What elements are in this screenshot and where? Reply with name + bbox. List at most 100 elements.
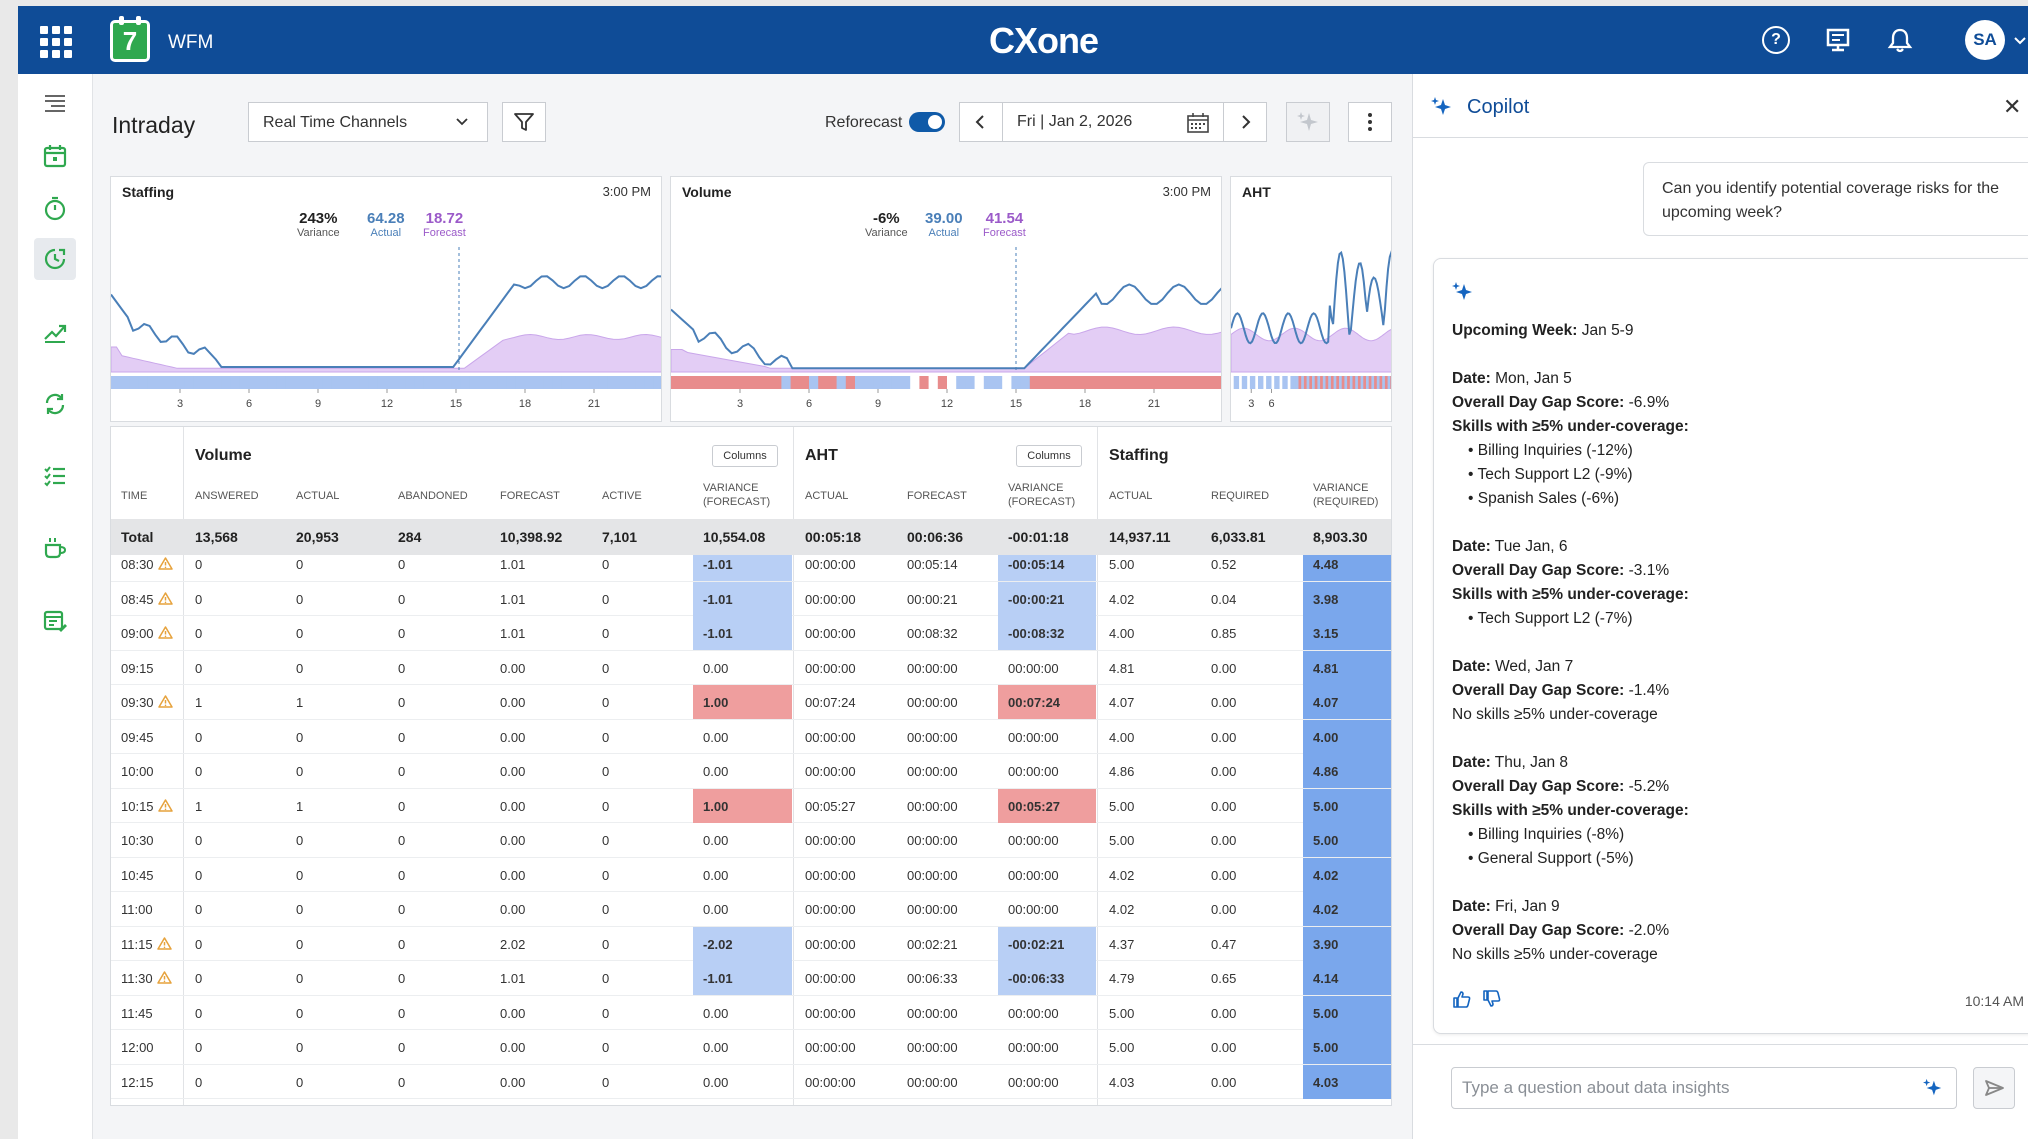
sparkle-icon[interactable] (1923, 1078, 1943, 1098)
table-row[interactable]: 08:30 0 0 0 1.01 0 00:00:00 00:05:14 5.00 0.52 -1.… (111, 555, 1391, 582)
nav-calendar-edit-icon[interactable] (34, 599, 76, 641)
column-header-abandoned[interactable]: ABANDONED (398, 489, 468, 503)
nav-forecast-icon[interactable] (34, 311, 76, 353)
nav-intraday-icon[interactable] (34, 238, 76, 280)
help-icon[interactable]: ? (1762, 26, 1790, 54)
staff-actual-cell: 4.07 (1109, 695, 1135, 710)
table-row[interactable]: 11:15 0 0 0 2.02 0 00:00:00 00:02:21 4.37 0.47 -2.… (111, 926, 1391, 961)
apps-grid-icon[interactable] (40, 26, 72, 58)
channel-select[interactable]: Real Time Channels (248, 102, 488, 142)
filter-icon (514, 113, 534, 131)
table-row[interactable]: 09:00 0 0 0 1.01 0 00:00:00 00:08:32 4.00 0.85 -1.… (111, 616, 1391, 651)
status-bar-segment (525, 376, 535, 389)
message-timestamp: 10:14 AM (1964, 993, 2024, 1009)
table-row[interactable]: 08:45 0 0 0 1.01 0 00:00:00 00:00:21 4.02 0.04 -1.… (111, 581, 1391, 616)
aht-columns-button[interactable]: Columns (1016, 445, 1082, 467)
table-row[interactable]: 10:45 0 0 0 0.00 0 00:00:00 00:00:00 4.02 0.00 0.0… (111, 857, 1391, 892)
actual-cell: 0 (296, 591, 304, 607)
answered-cell: 0 (195, 660, 203, 676)
table-row[interactable]: 10:15 1 1 0 0.00 0 00:05:27 00:00:00 5.00 0.00 1.0… (111, 788, 1391, 823)
column-header-active[interactable]: ACTIVE (602, 489, 642, 503)
table-row[interactable]: 10:00 0 0 0 0.00 0 00:00:00 00:00:00 4.86 0.00 0.0… (111, 754, 1391, 789)
column-header-staff-actual[interactable]: ACTUAL (1109, 489, 1152, 503)
aht-actual-cell: 00:00:00 (805, 936, 856, 952)
variance-forecast-cell: 0.00 (703, 902, 729, 917)
avatar[interactable]: SA (1965, 20, 2005, 60)
column-header-actual[interactable]: ACTUAL (296, 489, 339, 503)
monitor-icon[interactable] (1824, 26, 1852, 54)
table-row[interactable]: 09:30 1 1 0 0.00 0 00:07:24 00:00:00 4.07 0.00 1.0… (111, 685, 1391, 720)
more-options-button[interactable] (1348, 102, 1392, 142)
status-bar-segment (589, 376, 600, 389)
warning-icon[interactable] (157, 591, 173, 605)
status-bar-segment (919, 376, 930, 389)
warning-icon[interactable] (157, 798, 173, 812)
reforecast-toggle[interactable] (909, 112, 945, 132)
column-header-aht-forecast[interactable]: FORECAST (907, 489, 967, 503)
time-value: 11:15 (121, 936, 153, 952)
skill-item: • Tech Support L2 (-9%) (1468, 466, 1633, 483)
thumbs-up-icon[interactable] (1452, 989, 1472, 1009)
active-cell: 0 (602, 902, 610, 917)
forecast-stat: 41.54 Forecast (983, 210, 1026, 239)
abandoned-cell: 0 (398, 557, 406, 572)
thumbs-down-icon[interactable] (1482, 989, 1502, 1009)
abandoned-cell: 0 (398, 833, 406, 848)
status-bar-segment (671, 376, 681, 389)
close-icon[interactable]: ✕ (2003, 94, 2021, 120)
table-row[interactable]: 11:45 0 0 0 0.00 0 00:00:00 00:00:00 5.00 0.00 0.0… (111, 995, 1391, 1030)
volume-columns-button[interactable]: Columns (712, 445, 778, 467)
table-row[interactable]: 09:45 0 0 0 0.00 0 00:00:00 00:00:00 4.00 0.00 0.0… (111, 719, 1391, 754)
actual-cell: 0 (296, 660, 304, 676)
warning-icon[interactable] (157, 557, 173, 570)
warning-icon[interactable] (157, 626, 173, 639)
column-header-variance-required[interactable]: VARIANCE (REQUIRED) (1313, 481, 1378, 509)
nav-checklist-icon[interactable] (34, 455, 76, 497)
warning-icon[interactable] (157, 695, 173, 708)
warning-icon[interactable] (156, 936, 172, 950)
question-input[interactable] (1451, 1067, 1957, 1109)
nav-refresh-icon[interactable] (34, 383, 76, 425)
column-header-variance-forecast[interactable]: VARIANCE (FORECAST) (703, 481, 770, 509)
table-row[interactable]: 09:15 0 0 0 0.00 0 00:00:00 00:00:00 4.81 0.00 0.0… (111, 650, 1391, 685)
table-row[interactable]: 11:30 0 0 0 1.01 0 00:00:00 00:06:33 4.79 0.65 -1.… (111, 961, 1391, 996)
warning-icon[interactable] (156, 971, 172, 984)
ai-insights-button[interactable] (1286, 102, 1330, 142)
table-row[interactable]: 12:00 0 0 0 0.00 0 00:00:00 00:00:00 5.00 0.00 0.0… (111, 1030, 1391, 1065)
collapse-menu-icon[interactable] (34, 82, 76, 124)
nav-schedule-icon[interactable] (34, 135, 76, 177)
skills-label: Skills with ≥5% under-coverage: (1452, 586, 1689, 603)
staffing-chart[interactable]: 3 6 9 12 15 18 21 Staffing 3:00 PM 243% Varian… (110, 176, 662, 422)
aht-chart[interactable]: 36 AHT (1230, 176, 1392, 422)
next-day-button[interactable] (1223, 102, 1267, 142)
send-button[interactable] (1973, 1067, 2015, 1109)
x-tick-label: 18 (1079, 398, 1091, 410)
send-icon (1985, 1080, 2004, 1096)
aht-variance-cell: 00:00:00 (1008, 833, 1059, 848)
aht-actual-cell: 00:00:00 (805, 867, 856, 883)
bell-icon[interactable] (1886, 26, 1914, 54)
date-value: Fri, Jan 9 (1495, 898, 1560, 915)
column-header-aht-actual[interactable]: ACTUAL (805, 489, 848, 503)
column-header-forecast[interactable]: FORECAST (500, 489, 560, 503)
table-row[interactable]: 11:00 0 0 0 0.00 0 00:00:00 00:00:00 4.02 0.00 0.0… (111, 892, 1391, 927)
answered-cell: 0 (195, 557, 203, 572)
previous-day-button[interactable] (959, 102, 1003, 142)
nav-timer-icon[interactable] (34, 187, 76, 229)
column-header-required[interactable]: REQUIRED (1211, 489, 1269, 503)
column-header-time[interactable]: TIME (121, 489, 147, 503)
column-header-answered[interactable]: ANSWERED (195, 489, 259, 503)
calendar-icon[interactable] (1187, 113, 1209, 133)
table-row[interactable]: 10:30 0 0 0 0.00 0 00:00:00 00:00:00 5.00 0.00 0.0… (111, 823, 1391, 858)
table-row[interactable]: 12:15 0 0 0 0.00 0 00:00:00 00:00:00 4.03 0.00 0.0… (111, 1064, 1391, 1099)
volume-chart[interactable]: 3 6 9 12 15 18 21 Volume 3:00 PM -6% Variance … (670, 176, 1222, 422)
chevron-down-icon[interactable] (2013, 34, 2027, 48)
filter-button[interactable] (502, 102, 546, 142)
aht-variance-cell: 00:00:00 (1008, 660, 1059, 676)
aht-actual-cell: 00:00:00 (805, 1005, 856, 1021)
date-picker[interactable]: Fri | Jan 2, 2026 (1002, 102, 1224, 142)
staff-actual-cell: 5.00 (1109, 1005, 1135, 1021)
nav-break-icon[interactable] (34, 527, 76, 569)
status-bar-segment (322, 376, 333, 389)
column-header-aht-variance[interactable]: VARIANCE (FORECAST) (1008, 481, 1075, 509)
